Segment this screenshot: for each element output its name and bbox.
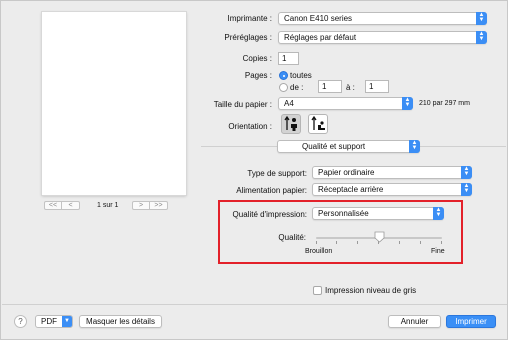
preview-back-buttons: << < bbox=[44, 201, 80, 210]
media-type-label: Type de support: bbox=[247, 169, 307, 178]
portrait-orientation-button[interactable] bbox=[281, 114, 301, 134]
landscape-icon bbox=[311, 115, 325, 130]
pages-from-field[interactable]: 1 bbox=[318, 80, 342, 93]
paper-size-popup[interactable]: A4 ▲ ▼ bbox=[278, 97, 413, 110]
print-quality-popup[interactable]: Personnalisée ▲ ▼ bbox=[312, 207, 444, 220]
slider-tick bbox=[399, 241, 400, 244]
print-quality-label: Qualité d'impression: bbox=[232, 210, 307, 219]
landscape-orientation-button[interactable] bbox=[308, 114, 328, 134]
chevron-updown-icon: ▲ ▼ bbox=[461, 166, 472, 179]
footer-divider bbox=[2, 304, 507, 305]
section-value: Qualité et support bbox=[302, 142, 366, 151]
print-button[interactable]: Imprimer bbox=[446, 315, 496, 328]
quality-low-label: Brouillon bbox=[305, 248, 333, 255]
printer-value: Canon E410 series bbox=[284, 14, 353, 23]
hide-details-button[interactable]: Masquer les détails bbox=[79, 315, 162, 328]
pages-to-field[interactable]: 1 bbox=[365, 80, 389, 93]
presets-popup[interactable]: Réglages par défaut ▲ ▼ bbox=[278, 31, 487, 44]
chevron-updown-icon: ▲ ▼ bbox=[402, 97, 413, 110]
presets-value: Réglages par défaut bbox=[284, 33, 357, 42]
page-counter: 1 sur 1 bbox=[97, 202, 119, 209]
section-popup[interactable]: Qualité et support ▲ ▼ bbox=[277, 140, 420, 153]
pdf-label: PDF bbox=[41, 317, 57, 326]
page-preview bbox=[42, 12, 186, 195]
chevron-updown-icon: ▲ ▼ bbox=[409, 140, 420, 153]
printer-label: Imprimante : bbox=[227, 14, 272, 23]
pdf-menu-button[interactable]: PDF ▼ bbox=[35, 315, 73, 328]
grayscale-label: Impression niveau de gris bbox=[325, 286, 417, 295]
chevron-updown-icon: ▲ ▼ bbox=[433, 207, 444, 220]
grayscale-checkbox[interactable] bbox=[313, 286, 322, 295]
quality-high-label: Fine bbox=[431, 248, 445, 255]
media-type-value: Papier ordinaire bbox=[318, 168, 375, 177]
pages-all-radio[interactable] bbox=[279, 71, 288, 80]
prev-page-button[interactable]: < bbox=[62, 201, 80, 210]
chevron-down-icon: ▼ bbox=[62, 316, 72, 327]
chevron-updown-icon: ▲ ▼ bbox=[476, 12, 487, 25]
slider-tick bbox=[316, 241, 317, 244]
presets-label: Préréglages : bbox=[224, 33, 272, 42]
chevron-updown-icon: ▲ ▼ bbox=[476, 31, 487, 44]
pages-all-label: toutes bbox=[290, 71, 312, 80]
paper-source-popup[interactable]: Réceptacle arrière ▲ ▼ bbox=[312, 183, 472, 196]
quality-slider[interactable] bbox=[316, 231, 442, 245]
first-page-button[interactable]: << bbox=[44, 201, 62, 210]
help-button[interactable]: ? bbox=[14, 315, 27, 328]
paper-size-dims: 210 par 297 mm bbox=[419, 100, 470, 107]
cancel-button[interactable]: Annuler bbox=[388, 315, 441, 328]
paper-size-value: A4 bbox=[284, 99, 294, 108]
slider-tick bbox=[357, 241, 358, 244]
pages-from-label: de : bbox=[290, 83, 304, 92]
media-type-popup[interactable]: Papier ordinaire ▲ ▼ bbox=[312, 166, 472, 179]
print-quality-value: Personnalisée bbox=[318, 209, 369, 218]
pages-range-radio[interactable] bbox=[279, 83, 288, 92]
print-dialog: << < 1 sur 1 > >> Imprimante : Canon E41… bbox=[0, 0, 508, 340]
pages-label: Pages : bbox=[244, 71, 272, 80]
orientation-label: Orientation : bbox=[228, 122, 272, 131]
quality-slider-knob[interactable] bbox=[374, 231, 385, 243]
printer-popup[interactable]: Canon E410 series ▲ ▼ bbox=[278, 12, 487, 25]
paper-size-label: Taille du papier : bbox=[213, 100, 272, 109]
copies-field[interactable]: 1 bbox=[278, 52, 299, 65]
copies-label: Copies : bbox=[242, 54, 272, 63]
next-page-button[interactable]: > bbox=[132, 201, 150, 210]
paper-source-value: Réceptacle arrière bbox=[318, 185, 384, 194]
portrait-icon bbox=[284, 115, 297, 131]
preview-forward-buttons: > >> bbox=[132, 201, 168, 210]
slider-tick bbox=[441, 241, 442, 244]
slider-tick bbox=[336, 241, 337, 244]
paper-source-label: Alimentation papier: bbox=[236, 186, 307, 195]
pages-to-label: à : bbox=[346, 83, 355, 92]
chevron-updown-icon: ▲ ▼ bbox=[461, 183, 472, 196]
slider-tick bbox=[420, 241, 421, 244]
last-page-button[interactable]: >> bbox=[150, 201, 168, 210]
quality-label: Qualité: bbox=[278, 233, 306, 242]
